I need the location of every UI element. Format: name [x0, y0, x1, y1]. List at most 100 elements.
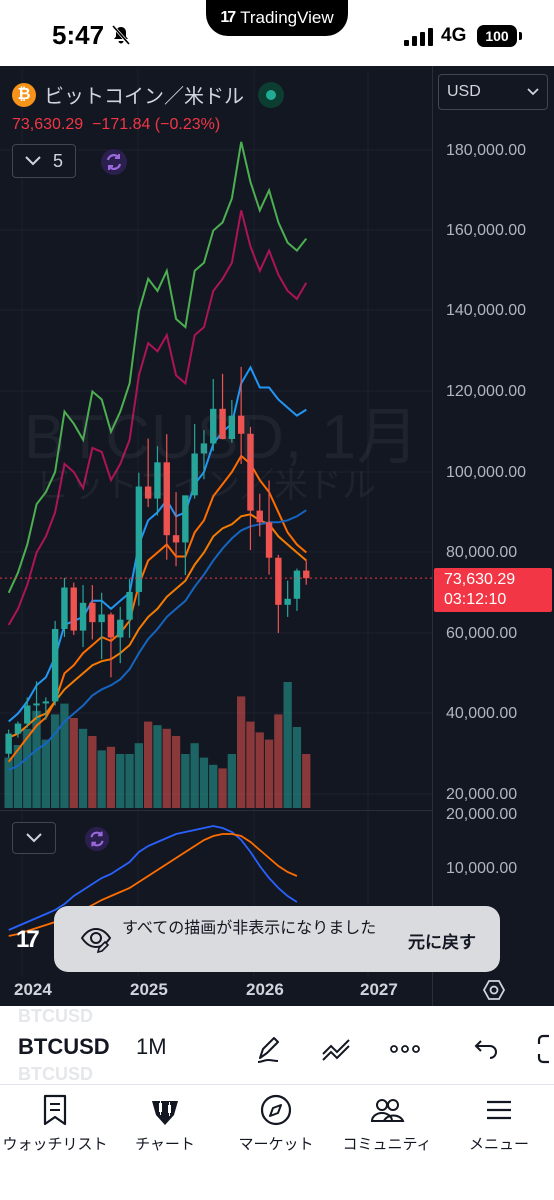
moving-average-line — [8, 513, 307, 739]
candle-body — [51, 628, 59, 702]
volume-bar — [171, 736, 181, 808]
candle-body — [24, 705, 31, 724]
candle-body — [61, 587, 68, 629]
tradingview-logo-icon: 17 — [16, 926, 40, 953]
app-root: 5:47 17 TradingView 4G 100 BTCUSD, 1月 ビッ… — [0, 0, 554, 1200]
candle-body — [172, 535, 180, 543]
toast-notification: すべての描画が非表示になりました 元に戻す — [54, 906, 500, 972]
candle-body — [70, 587, 77, 631]
volume-bar — [218, 768, 227, 808]
volume-bar — [69, 718, 78, 808]
volume-bar — [162, 728, 171, 808]
interval-button[interactable]: 1M — [136, 1034, 167, 1060]
volume-bar — [106, 746, 116, 808]
volume-bar — [246, 721, 255, 808]
volume-bar — [255, 732, 264, 808]
volume-bar — [116, 754, 125, 808]
people-icon — [370, 1099, 405, 1122]
nav-label: ウォッチリスト — [2, 1136, 108, 1153]
candles-icon — [152, 1100, 178, 1125]
chevron-down-icon — [527, 88, 539, 96]
currency-select[interactable]: USD — [438, 74, 548, 110]
eye-hidden-icon — [80, 927, 112, 954]
moving-average-line — [7, 141, 308, 594]
candle-body — [98, 614, 105, 623]
price-axis-label: 40,000.00 — [446, 705, 518, 722]
compass-icon — [260, 1094, 292, 1126]
chart-toolbar: BTCUSD BTCUSD BTCUSD 1M — [0, 1006, 554, 1084]
nav-item-watchlist[interactable]: ウォッチリスト — [0, 1093, 110, 1154]
nav-item-markets[interactable]: マーケット — [221, 1093, 331, 1154]
bottom-navigation: ウォッチリスト チャート マーケット コミュニティ メニュー — [0, 1084, 554, 1200]
volume-bar — [97, 750, 106, 808]
volume-bar — [125, 754, 134, 808]
time-axis-label: 2027 — [360, 980, 398, 999]
toast-message: すべての描画が非表示になりました — [122, 920, 377, 937]
volume-bar — [292, 727, 302, 808]
price-readout: 73,630.29 −171.84 (−0.23%) — [12, 116, 220, 134]
sync-icon[interactable] — [100, 148, 128, 176]
price-axis-label: 60,000.00 — [446, 625, 518, 642]
candle-body — [33, 703, 40, 706]
candle-body — [89, 602, 96, 623]
candle-body — [303, 570, 310, 579]
candle-body — [5, 733, 12, 754]
price-axis-label: 20,000.00 — [446, 786, 518, 803]
volume-bar — [88, 736, 97, 808]
candle-body — [14, 723, 22, 734]
candle-body — [79, 602, 87, 631]
nav-item-community[interactable]: コミュニティ — [332, 1093, 442, 1154]
more-icon[interactable] — [388, 1032, 422, 1066]
chevron-down-icon — [25, 156, 41, 166]
volume-bar — [227, 754, 236, 808]
volume-bar — [302, 754, 311, 808]
indicators-icon[interactable] — [320, 1032, 354, 1066]
candle-body — [293, 570, 301, 599]
candle-body — [256, 510, 263, 523]
drawing-pen-icon[interactable] — [252, 1032, 286, 1066]
volume-bar — [181, 754, 190, 808]
volume-bar — [153, 725, 162, 808]
volume-bar — [41, 739, 50, 808]
sub-pane-toggle-button[interactable] — [12, 822, 56, 854]
fullscreen-icon[interactable] — [530, 1032, 554, 1066]
price-axis-divider — [432, 66, 433, 1006]
symbol-name[interactable]: ビットコイン／米ドル — [44, 80, 244, 109]
candle-body — [275, 557, 282, 605]
price-axis-label: 120,000.00 — [446, 383, 527, 400]
volume-bar — [134, 743, 143, 808]
volume-bar — [264, 739, 274, 808]
candle-body — [117, 619, 124, 638]
volume-bar — [209, 764, 218, 808]
currency-value: USD — [447, 83, 481, 100]
volume-bar — [283, 682, 292, 808]
chart-settings-icon[interactable] — [482, 978, 506, 1002]
price-axis-label: 180,000.00 — [446, 142, 527, 159]
symbol-search-button[interactable]: BTCUSD — [18, 1034, 110, 1060]
sync-icon[interactable] — [84, 826, 110, 852]
ticker-ghost: BTCUSD — [18, 1006, 93, 1026]
volume-bar — [4, 757, 13, 808]
price-axis-label: 160,000.00 — [446, 222, 527, 239]
undo-icon[interactable] — [468, 1032, 502, 1066]
candle-body — [126, 591, 133, 620]
current-price-value: 73,630.29 — [444, 571, 516, 588]
time-axis-label: 2026 — [246, 980, 284, 999]
symbol-watermark-desc: ビットコイン／米ドル — [36, 467, 376, 505]
nav-label: メニュー — [468, 1136, 529, 1153]
time-axis-label: 2024 — [14, 980, 52, 999]
candle-body — [107, 614, 115, 638]
indicator-count: 5 — [52, 150, 63, 171]
pane-divider[interactable] — [0, 810, 432, 811]
indicators-toggle-button[interactable]: 5 — [12, 144, 76, 178]
nav-item-menu[interactable]: メニュー — [444, 1093, 554, 1154]
bitcoin-icon: ₿ — [12, 82, 36, 107]
volume-bar — [237, 696, 246, 808]
candle-body — [42, 701, 50, 704]
volume-bar — [144, 721, 153, 808]
undo-button[interactable]: 元に戻す — [408, 928, 476, 953]
last-price: 73,630.29 — [12, 116, 84, 133]
nav-item-chart[interactable]: チャート — [110, 1093, 220, 1154]
volume-bar — [274, 714, 283, 808]
symbol-header[interactable]: ₿ ビットコイン／米ドル — [12, 80, 284, 109]
